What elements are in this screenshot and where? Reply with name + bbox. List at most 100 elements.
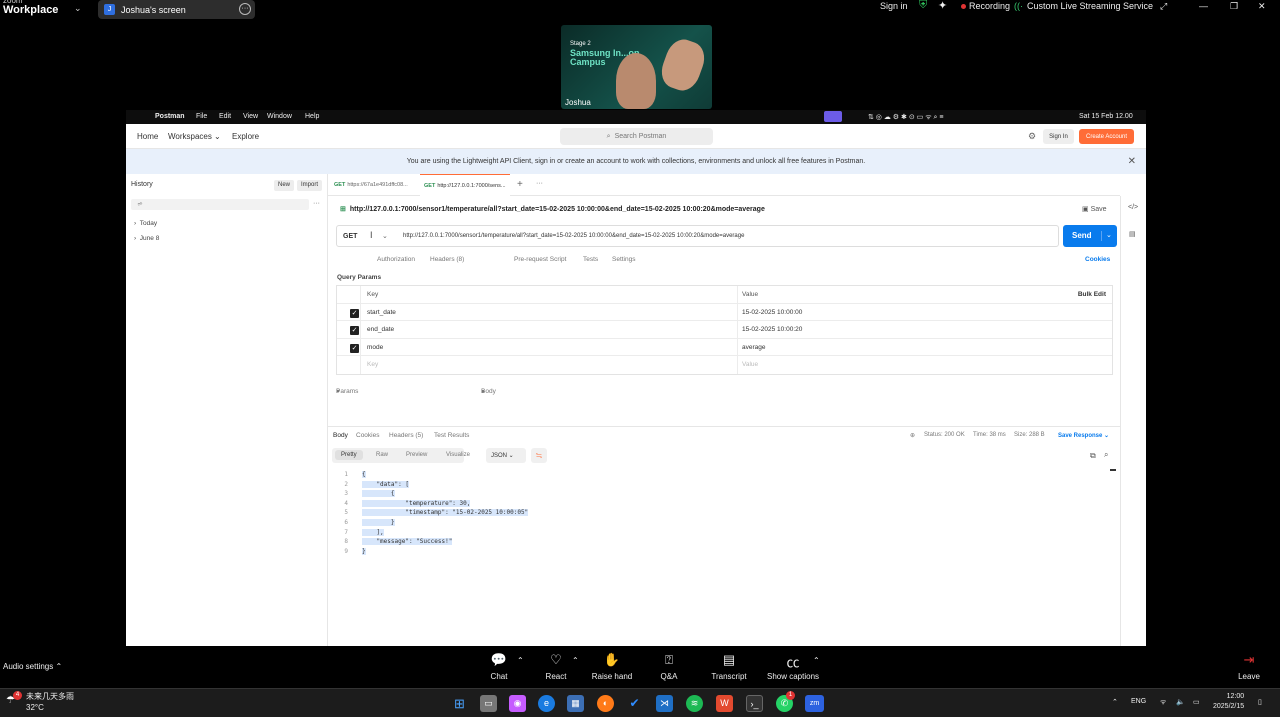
nav-explore[interactable]: Explore xyxy=(232,132,259,141)
search-icon[interactable]: ⌕ xyxy=(1104,450,1108,460)
menu-edit[interactable]: Edit xyxy=(219,113,231,120)
code-line[interactable]: } xyxy=(362,547,366,557)
view-pretty[interactable]: Pretty xyxy=(335,450,363,460)
cookies-link[interactable]: Cookies xyxy=(1085,256,1110,263)
code-line[interactable]: "temperature": 30, xyxy=(362,499,471,509)
spotify-icon[interactable]: ≋ xyxy=(686,695,703,712)
new-tab-icon[interactable]: + xyxy=(517,179,523,190)
tab-pre-request-script[interactable]: Pre-request Script xyxy=(514,256,566,263)
create-account-button[interactable]: Create Account xyxy=(1079,129,1134,144)
param-checkbox[interactable]: ✓ xyxy=(350,326,359,335)
volume-icon[interactable]: 🔈 xyxy=(1176,698,1185,706)
firefox-icon[interactable]: ◐ xyxy=(597,695,614,712)
param-key[interactable]: mode xyxy=(367,344,383,351)
chevron-down-icon[interactable]: ⌄ xyxy=(1101,231,1112,241)
chat-button[interactable]: 💬 Chat xyxy=(484,652,514,681)
more-options-icon[interactable]: ··· xyxy=(239,3,251,15)
notification-icon[interactable]: ▯ xyxy=(1258,698,1262,706)
sign-in-button[interactable]: Sign In xyxy=(1043,129,1074,144)
chevron-up-icon[interactable]: ⌃ xyxy=(517,656,524,665)
tab-response-headers[interactable]: Headers (5) xyxy=(389,432,423,439)
vscode-icon[interactable]: ⋊ xyxy=(656,695,673,712)
save-response-button[interactable]: Save Response ⌄ xyxy=(1058,432,1109,439)
send-button[interactable]: Send ⌄ xyxy=(1063,225,1117,247)
wrap-lines-icon[interactable]: ≒ xyxy=(531,448,547,463)
menu-app-name[interactable]: Postman xyxy=(155,113,185,120)
import-button[interactable]: Import xyxy=(297,180,323,191)
react-button[interactable]: ♡ React xyxy=(541,652,571,681)
param-key[interactable]: end_date xyxy=(367,326,394,333)
zoom-icon[interactable]: zm xyxy=(805,695,824,712)
code-line[interactable]: "timestamp": "15-02-2025 10:00:05" xyxy=(362,508,529,518)
screen-share-icon[interactable] xyxy=(824,111,842,122)
calculator-icon[interactable]: ▦ xyxy=(567,695,584,712)
code-icon[interactable]: </> xyxy=(1128,204,1138,211)
participant-video[interactable]: Stage 2 Samsung In...on Campus Joshua xyxy=(561,25,712,109)
sign-in-link[interactable]: Sign in xyxy=(880,1,908,11)
param-key[interactable]: start_date xyxy=(367,309,396,316)
param-value[interactable]: average xyxy=(742,344,766,351)
view-raw[interactable]: Raw xyxy=(376,452,388,458)
close-icon[interactable]: ✕ xyxy=(1128,149,1136,174)
chevron-down-icon[interactable]: ⌄ xyxy=(382,232,388,240)
chevron-down-icon[interactable]: ⌄ xyxy=(74,3,82,14)
history-filter-input[interactable]: ⩫ xyxy=(131,199,309,210)
save-button[interactable]: ▣ Save xyxy=(1082,205,1107,213)
audio-settings[interactable]: Audio settings ⌃ xyxy=(3,662,62,671)
close-icon[interactable]: ✕ xyxy=(1258,1,1266,12)
more-options-icon[interactable]: ··· xyxy=(313,200,320,207)
code-line[interactable]: "message": "Success!" xyxy=(362,537,453,547)
nav-home[interactable]: Home xyxy=(137,132,158,141)
history-group-june8[interactable]: › June 8 xyxy=(134,235,159,242)
menu-help[interactable]: Help xyxy=(305,113,319,120)
tab-test-results[interactable]: Test Results xyxy=(434,432,469,439)
tab-headers[interactable]: Headers (8) xyxy=(430,256,464,263)
bulk-edit-button[interactable]: Bulk Edit xyxy=(1078,291,1106,298)
task-view-icon[interactable]: ▭ xyxy=(480,695,497,712)
code-line[interactable]: "data": [ xyxy=(362,480,409,490)
copy-icon[interactable]: ⧉ xyxy=(1090,451,1096,461)
weather-widget[interactable]: 未来几天多雨 32°C xyxy=(26,691,74,713)
windows-start-icon[interactable]: ⊞ xyxy=(451,695,468,712)
chevron-down-icon[interactable]: ⌄ xyxy=(214,132,221,141)
shared-screen-pill[interactable]: J Joshua's screen ··· xyxy=(98,0,255,19)
expand-icon[interactable]: ⤢ xyxy=(1160,1,1167,12)
info-icon[interactable]: ▤ xyxy=(1129,230,1136,238)
code-line[interactable]: } xyxy=(362,518,395,528)
chevron-up-icon[interactable]: ⌃ xyxy=(813,656,820,665)
battery-icon[interactable]: ▭ xyxy=(1193,698,1200,706)
copilot-icon[interactable]: ◉ xyxy=(509,695,526,712)
param-checkbox[interactable]: ✓ xyxy=(350,343,359,353)
tab-settings[interactable]: Settings xyxy=(612,256,636,263)
shield-icon[interactable]: ⛨ xyxy=(919,0,927,12)
terminal-icon[interactable]: ›_ xyxy=(746,695,763,712)
tab-request-2[interactable]: GET http://127.0.0.1:7000/sens... xyxy=(420,174,510,196)
tab-authorization[interactable]: Authorization xyxy=(377,256,415,263)
history-group-today[interactable]: › Today xyxy=(134,220,157,227)
code-line[interactable]: { xyxy=(362,489,395,499)
maximize-icon[interactable]: ❐ xyxy=(1230,1,1238,12)
recording-indicator[interactable]: Recording xyxy=(961,1,1010,11)
more-tabs-icon[interactable]: ··· xyxy=(536,180,543,187)
url-input[interactable]: http://127.0.0.1:7000/sensor1/temperatur… xyxy=(403,233,744,239)
todo-icon[interactable]: ✔ xyxy=(626,695,643,712)
method-select[interactable]: GET xyxy=(343,233,357,240)
edge-icon[interactable]: e xyxy=(538,695,555,712)
format-select[interactable]: JSON ⌄ xyxy=(486,448,526,463)
scrollbar-marker[interactable] xyxy=(1110,469,1116,471)
chevron-up-icon[interactable]: ⌃ xyxy=(572,656,579,665)
gear-icon[interactable]: ⚙ xyxy=(1028,131,1036,142)
view-visualize[interactable]: Visualize xyxy=(446,452,470,458)
menu-file[interactable]: File xyxy=(196,113,207,120)
raise-hand-button[interactable]: ✋ Raise hand xyxy=(590,652,634,681)
leave-button[interactable]: ⇥ Leave xyxy=(1234,652,1264,681)
param-checkbox[interactable]: ✓ xyxy=(350,308,359,318)
globe-icon[interactable]: ⊕ xyxy=(910,432,915,439)
wifi-icon[interactable]: ᯤ xyxy=(1160,698,1166,707)
sparkle-icon[interactable]: ✦ xyxy=(938,0,947,12)
view-preview[interactable]: Preview xyxy=(406,452,427,458)
qa-button[interactable]: ⍰ Q&A xyxy=(654,652,684,681)
param-value-input[interactable]: Value xyxy=(742,361,758,368)
nav-workspaces[interactable]: Workspaces xyxy=(168,132,212,141)
wps-icon[interactable]: W xyxy=(716,695,733,712)
